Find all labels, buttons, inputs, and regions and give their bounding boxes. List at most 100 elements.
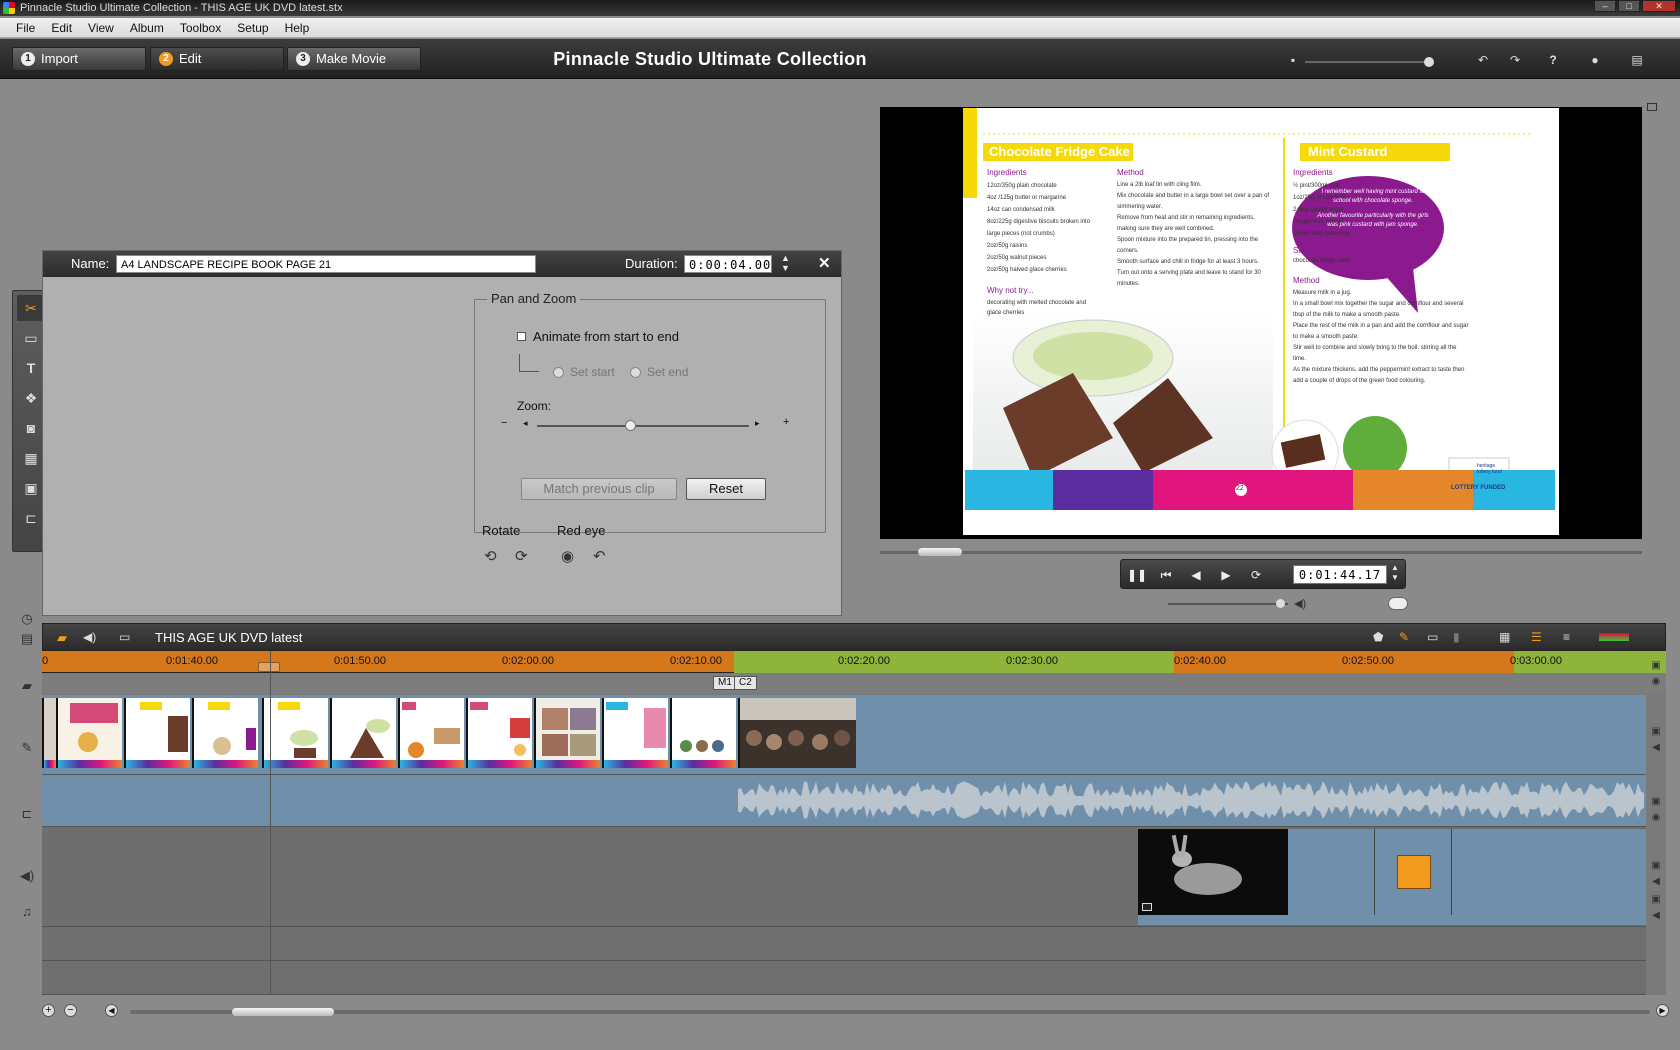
title-overlay-track[interactable] xyxy=(42,827,1646,927)
zoom-in-timeline-icon[interactable]: + xyxy=(42,1004,55,1017)
redo-icon[interactable]: ↷ xyxy=(1508,53,1522,67)
minimize-button[interactable]: – xyxy=(1594,0,1616,12)
menu-edit[interactable]: Edit xyxy=(43,21,80,35)
clock-icon[interactable]: ◷ xyxy=(18,611,36,627)
tab-edit[interactable]: 2 Edit xyxy=(150,47,284,71)
size-slider[interactable] xyxy=(1305,57,1434,67)
mute-speaker-icon[interactable]: ◀ xyxy=(1650,910,1662,921)
timeline-clip[interactable] xyxy=(56,698,122,768)
sfx-speaker-icon[interactable]: ◀) xyxy=(18,868,36,884)
tab-make-movie[interactable]: 3 Make Movie xyxy=(287,47,421,71)
frame-icon[interactable]: ▣ xyxy=(17,475,45,501)
close-window-button[interactable]: ✕ xyxy=(1642,0,1676,12)
scrubber-knob[interactable] xyxy=(918,548,963,556)
help-icon[interactable]: ? xyxy=(1546,53,1560,67)
menu-file[interactable]: File xyxy=(8,21,43,35)
lock-icon[interactable]: ▣ xyxy=(1650,796,1662,807)
title-track-icon[interactable]: ⊏ xyxy=(18,806,36,822)
text-view-icon[interactable]: ≡ xyxy=(1563,630,1570,644)
menu-album[interactable]: Album xyxy=(122,21,172,35)
loop-icon[interactable]: ⟳ xyxy=(1247,567,1265,583)
match-previous-clip-button[interactable]: Match previous clip xyxy=(521,478,677,500)
marker-c2[interactable]: C2 xyxy=(734,676,757,690)
timeline-clip[interactable] xyxy=(534,698,600,768)
timeline-view-icon[interactable]: ☰ xyxy=(1531,630,1542,644)
split-toggle-icon[interactable] xyxy=(1388,597,1408,610)
volume-knob[interactable] xyxy=(1275,599,1285,608)
zoom-slider[interactable] xyxy=(537,420,749,431)
preview-scrubber[interactable] xyxy=(880,548,1642,556)
timeline-clip[interactable] xyxy=(330,698,396,768)
effects-icon[interactable]: ❖ xyxy=(17,385,45,411)
music-track[interactable] xyxy=(42,961,1646,995)
timeline-clip[interactable] xyxy=(398,698,464,768)
slider-knob[interactable] xyxy=(1424,57,1434,67)
zoom-right-arrow[interactable]: ▸ xyxy=(755,418,760,429)
timeline-clip[interactable] xyxy=(602,698,668,768)
menu-setup[interactable]: Setup xyxy=(229,21,276,35)
rotate-left-icon[interactable]: ⟲ xyxy=(484,547,497,565)
timeline-clip[interactable] xyxy=(670,698,736,768)
timeline-scrollbar[interactable] xyxy=(130,1008,1650,1016)
zoom-left-arrow[interactable]: ◂ xyxy=(523,418,528,429)
zoom-out-timeline-icon[interactable]: − xyxy=(64,1004,77,1017)
sound-effects-track[interactable] xyxy=(42,927,1646,961)
clip-name-input[interactable]: A4 LANDSCAPE RECIPE BOOK PAGE 21 xyxy=(116,255,536,273)
zoom-slider-knob[interactable] xyxy=(625,420,637,431)
audio-waveform[interactable] xyxy=(738,779,1646,823)
timeline-clip[interactable] xyxy=(192,698,258,768)
audio-track-mic-icon[interactable]: ✎ xyxy=(18,740,36,756)
overlay-clip-hare[interactable] xyxy=(1138,829,1288,915)
maximize-button[interactable]: □ xyxy=(1618,0,1640,12)
movie-window-icon[interactable]: ▰ xyxy=(57,630,67,646)
folder-icon[interactable]: ▭ xyxy=(119,630,130,644)
lock-icon[interactable]: ▣ xyxy=(1650,894,1662,905)
tab-import[interactable]: 1 Import xyxy=(12,47,146,71)
tip-bulb-icon[interactable]: ● xyxy=(1588,53,1602,67)
step-forward-icon[interactable]: ▶ xyxy=(1217,567,1235,583)
timeline-clip[interactable] xyxy=(262,698,328,768)
marker-icon[interactable]: ⬟ xyxy=(1373,630,1383,644)
set-end-radio[interactable] xyxy=(630,367,641,378)
fullscreen-icon[interactable] xyxy=(1647,103,1657,111)
preview-volume-slider[interactable] xyxy=(1168,599,1288,608)
zoom-out-icon[interactable]: − xyxy=(501,417,507,429)
menu-toolbox[interactable]: Toolbox xyxy=(172,21,229,35)
clapper-icon[interactable]: ▦ xyxy=(17,445,45,471)
overlay-clip-menu[interactable] xyxy=(1374,829,1452,915)
playhead-handle[interactable] xyxy=(258,662,280,672)
scroll-right-icon[interactable]: ▶ xyxy=(1656,1004,1669,1017)
visibility-eye-icon[interactable]: ◉ xyxy=(1650,812,1662,823)
timeline-clip[interactable] xyxy=(42,698,56,768)
camera-icon[interactable]: ◙ xyxy=(17,415,45,441)
lock-icon[interactable]: ▣ xyxy=(1650,726,1662,737)
undo-redeye-icon[interactable]: ↶ xyxy=(593,547,606,565)
step-back-icon[interactable]: ◀ xyxy=(1187,567,1205,583)
timeline-clip[interactable] xyxy=(466,698,532,768)
visibility-eye-icon[interactable]: ◉ xyxy=(1650,676,1662,687)
timeline-ruler[interactable]: 0 0:01:40.00 0:01:50.00 0:02:00.00 0:02:… xyxy=(42,651,1666,673)
menu-view[interactable]: View xyxy=(80,21,122,35)
lock-icon[interactable]: ▣ xyxy=(1650,660,1662,671)
audio-track[interactable] xyxy=(42,775,1646,827)
clip-view-icon[interactable]: ▭ xyxy=(1427,630,1438,644)
audio-toolbox-icon[interactable]: ◀) xyxy=(83,630,96,644)
set-start-radio[interactable] xyxy=(553,367,564,378)
music-note-icon[interactable]: ♫ xyxy=(18,904,36,919)
duration-input[interactable]: 0:00:04.00 xyxy=(684,255,772,273)
zoom-in-icon[interactable]: + xyxy=(783,416,789,428)
title-tool-icon[interactable]: T xyxy=(17,355,45,381)
timecode-display[interactable]: 0:01:44.17 xyxy=(1293,565,1387,584)
storyboard-view-icon[interactable]: ▦ xyxy=(1499,630,1510,644)
timeline-video-clip[interactable] xyxy=(738,698,856,768)
screen-size-icon[interactable]: ▪ xyxy=(1286,53,1300,67)
trash-icon[interactable]: ▮ xyxy=(1453,630,1460,644)
timeline-clip[interactable] xyxy=(124,698,190,768)
video-track[interactable] xyxy=(42,695,1646,775)
razor-icon[interactable]: ✎ xyxy=(1399,630,1409,644)
eye-icon[interactable]: ◉ xyxy=(561,547,574,565)
close-icon[interactable]: ✕ xyxy=(818,254,831,272)
menu-help[interactable]: Help xyxy=(277,21,318,35)
animate-checkbox[interactable] xyxy=(517,332,526,341)
video-toolbox-icon[interactable]: ▭ xyxy=(17,325,45,351)
